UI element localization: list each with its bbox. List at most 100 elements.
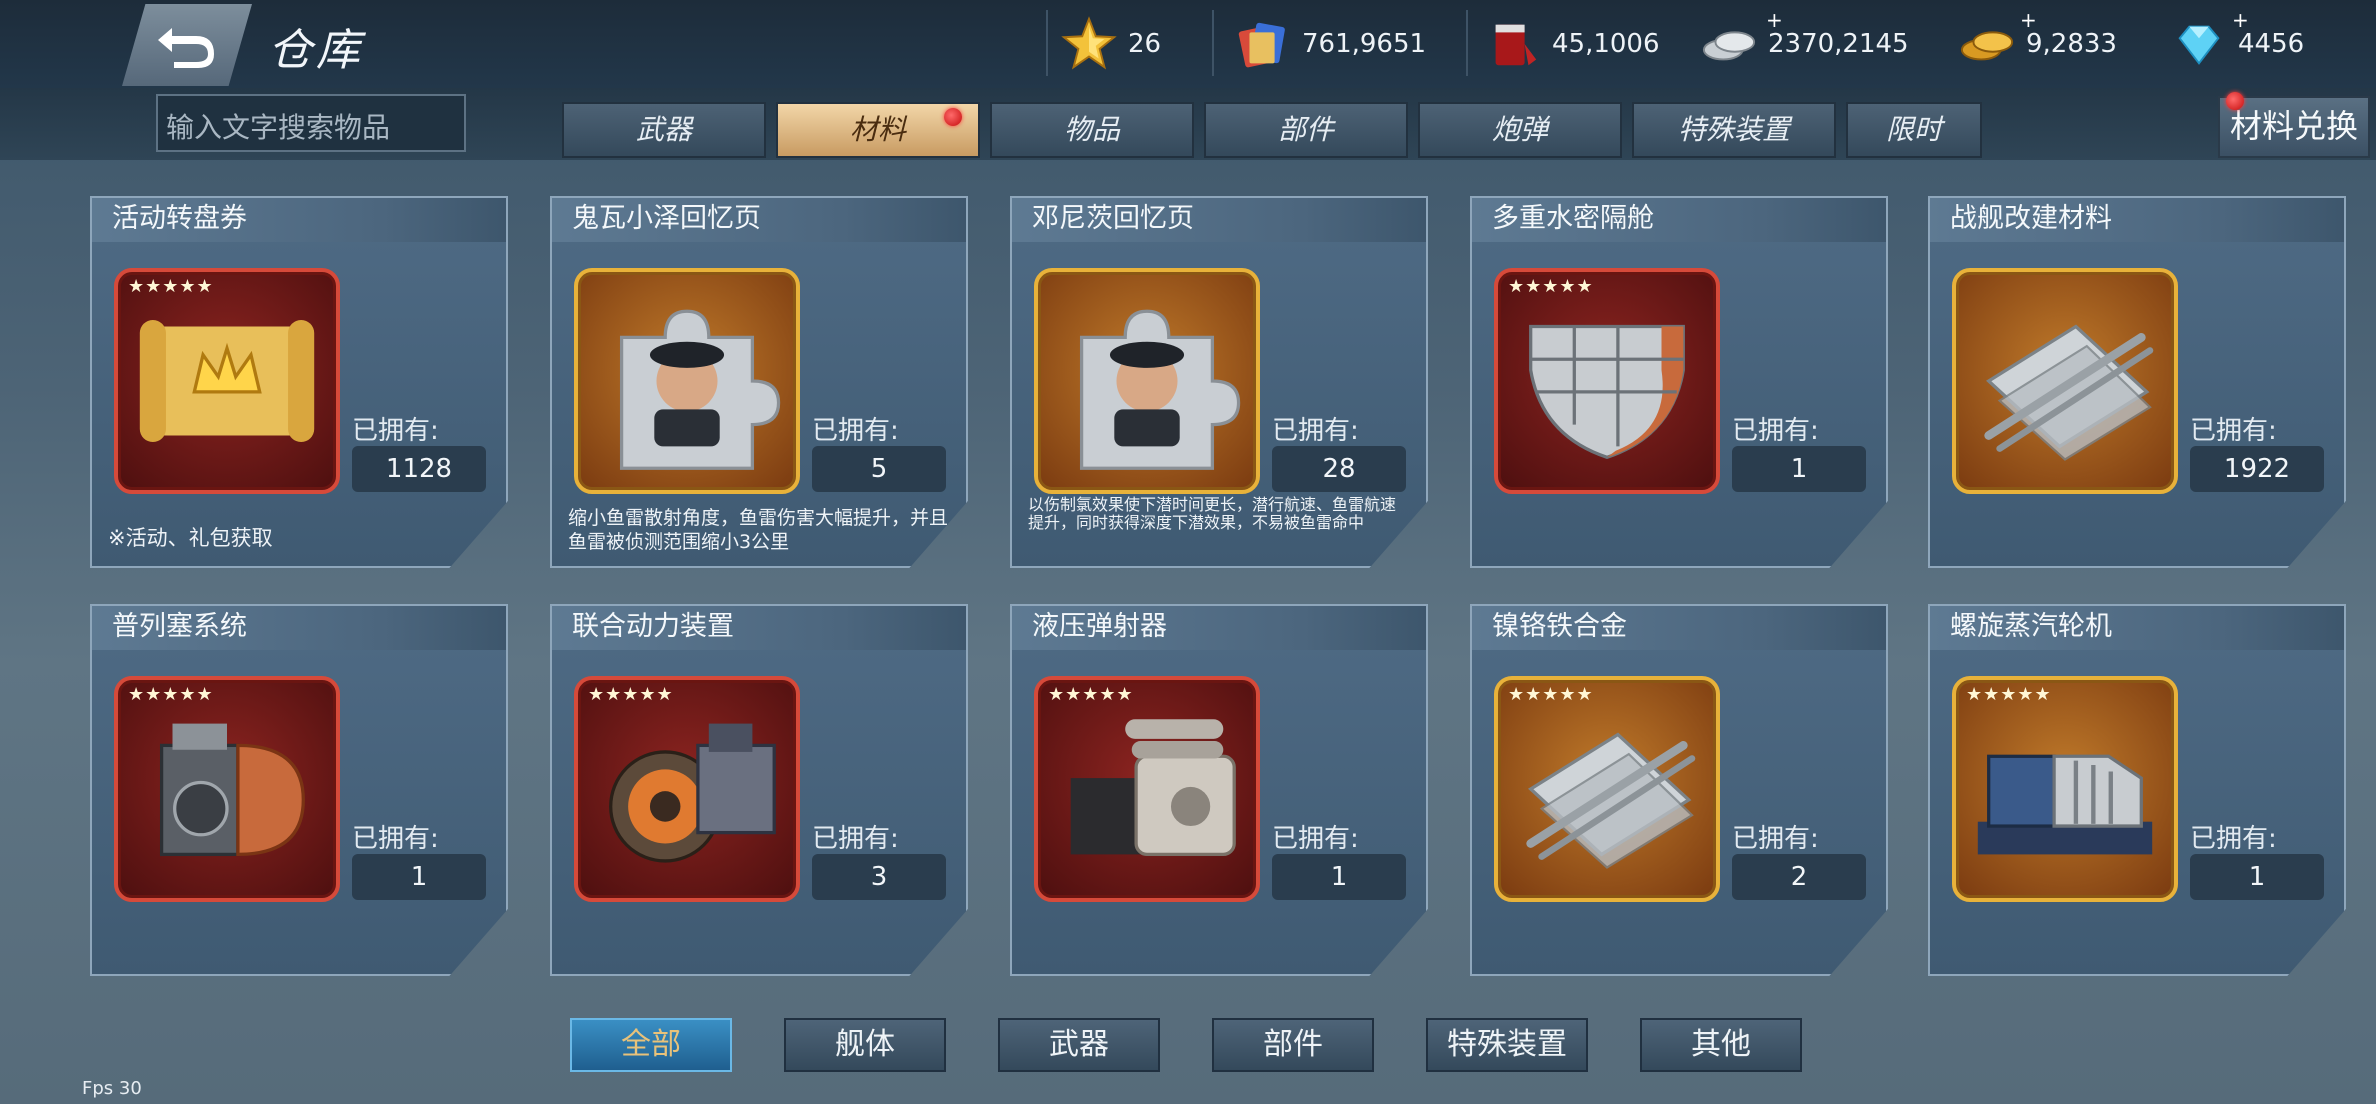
search-input[interactable]: 输入文字搜索物品 (156, 94, 466, 152)
card-pack-icon (1238, 22, 1285, 68)
notification-dot (944, 108, 962, 126)
item-name: 联合动力装置 (550, 604, 968, 650)
mechanical-system-icon (159, 723, 305, 857)
item-thumbnail[interactable]: ★★★★★ (574, 676, 800, 902)
rarity-stars: ★★★★★ (128, 684, 214, 705)
owned-count: 5 (812, 446, 946, 492)
steam-turbine-icon (1977, 754, 2153, 855)
page-title: 仓库 (268, 25, 364, 76)
owned-count: 1 (2190, 854, 2324, 900)
owned-label: 已拥有: (352, 824, 439, 854)
tab-special-equipment[interactable]: 特殊装置 (1632, 102, 1836, 158)
owned-count: 3 (812, 854, 946, 900)
gold-coins-icon[interactable] (1958, 15, 2016, 73)
filter-hull[interactable]: 舰体 (784, 1018, 946, 1072)
star-icon (1061, 16, 1117, 70)
owned-label: 已拥有: (1272, 416, 1359, 446)
item-description: ※活动、礼包获取 (108, 526, 273, 550)
rarity-stars: ★★★★★ (1048, 684, 1134, 705)
item-card[interactable]: 普列塞系统 ★★★★★ 已拥有: 1 (90, 604, 508, 976)
resource-gold: + 9,2833 (1958, 8, 2117, 74)
scroll-crown-icon (139, 319, 315, 443)
owned-label: 已拥有: (1272, 824, 1359, 854)
tab-label: 材料 (849, 113, 906, 146)
turbine-engine-icon (609, 723, 776, 863)
item-description: 缩小鱼雷散射角度，鱼雷伤害大幅提升，并且鱼雷被侦测范围缩小3公里 (568, 507, 949, 553)
owned-count: 1 (1272, 854, 1406, 900)
notification-dot (2226, 92, 2244, 110)
tab-limited[interactable]: 限时 (1846, 102, 1982, 158)
resource-card-pack: 761,9651 (1234, 14, 1426, 74)
item-card[interactable]: 邓尼茨回忆页已拥有: 28 以伤制氯效果使下潜时间更长，潜行航速、鱼雷航速提升，同时… (1010, 196, 1428, 568)
resource-value: 761,9651 (1302, 29, 1427, 59)
resource-diamond: + 4456 (2170, 8, 2305, 74)
hull-compartment-icon (1529, 324, 1685, 460)
item-thumbnail[interactable]: ★★★★★ (114, 268, 340, 494)
resource-silver: + 2370,2145 (1700, 8, 1909, 74)
puzzle-portrait-icon (1079, 309, 1241, 470)
item-thumbnail[interactable]: ★★★★★ (1034, 676, 1260, 902)
item-name: 鬼瓦小泽回忆页 (550, 196, 968, 242)
item-card[interactable]: 螺旋蒸汽轮机 ★★★★★ 已拥有: 1 (1928, 604, 2346, 976)
owned-count: 1 (1732, 446, 1866, 492)
steel-plates-icon (1526, 732, 1696, 869)
item-card[interactable]: 镍铬铁合金 ★★★★★ 已拥有: 2 (1470, 604, 1888, 976)
item-thumbnail[interactable] (1952, 268, 2178, 494)
owned-count: 1 (352, 854, 486, 900)
hydraulic-machine-icon (1070, 719, 1236, 857)
owned-count: 1128 (352, 446, 486, 492)
resource-value: 45,1006 (1552, 29, 1660, 59)
item-name: 多重水密隔舱 (1470, 196, 1888, 242)
item-name: 战舰改建材料 (1928, 196, 2346, 242)
item-card[interactable]: 活动转盘券 ★★★★★ 已拥有: 1128 ※活动、礼包获取 (90, 196, 508, 568)
item-thumbnail[interactable]: ★★★★★ (1494, 676, 1720, 902)
item-thumbnail[interactable] (574, 268, 800, 494)
owned-label: 已拥有: (812, 824, 899, 854)
item-card[interactable]: 战舰改建材料已拥有: 1922 (1928, 196, 2346, 568)
silver-coins-icon[interactable] (1700, 15, 1758, 73)
item-name: 邓尼茨回忆页 (1010, 196, 1428, 242)
item-card[interactable]: 鬼瓦小泽回忆页 已拥有: 5 缩小鱼雷散射角度，鱼雷伤害大幅提升，并且鱼雷被侦测范围缩… (550, 196, 968, 568)
rarity-stars: ★★★★★ (128, 276, 214, 297)
tab-items[interactable]: 物品 (990, 102, 1194, 158)
resource-value: 4456 (2238, 29, 2305, 59)
tab-weapons[interactable]: 武器 (562, 102, 766, 158)
item-thumbnail[interactable]: ★★★★★ (1494, 268, 1720, 494)
item-card[interactable]: 多重水密隔舱 ★★★★★ 已拥有: 1 (1470, 196, 1888, 568)
add-icon[interactable]: + (2232, 8, 2249, 32)
puzzle-portrait-icon (619, 309, 781, 470)
tab-parts[interactable]: 部件 (1204, 102, 1408, 158)
filter-all[interactable]: 全部 (570, 1018, 732, 1072)
resource-value: 9,2833 (2026, 29, 2117, 59)
item-card[interactable]: 液压弹射器 ★★★★★ 已拥有: 1 (1010, 604, 1428, 976)
item-name: 螺旋蒸汽轮机 (1928, 604, 2346, 650)
rarity-stars: ★★★★★ (1508, 276, 1594, 297)
back-arrow-icon (158, 28, 214, 68)
filter-weapons[interactable]: 武器 (998, 1018, 1160, 1072)
resource-value: 2370,2145 (1768, 29, 1909, 59)
add-icon[interactable]: + (2020, 8, 2037, 32)
resource-value: 26 (1128, 29, 1162, 59)
owned-count: 2 (1732, 854, 1866, 900)
filter-other[interactable]: 其他 (1640, 1018, 1802, 1072)
item-name: 镍铬铁合金 (1470, 604, 1888, 650)
item-name: 普列塞系统 (90, 604, 508, 650)
item-card[interactable]: 联合动力装置 ★★★★★ 已拥有: 3 (550, 604, 968, 976)
owned-count: 1922 (2190, 446, 2324, 492)
filter-special-equipment[interactable]: 特殊装置 (1426, 1018, 1588, 1072)
item-name: 液压弹射器 (1010, 604, 1428, 650)
add-icon[interactable]: + (1766, 8, 1783, 32)
filter-parts[interactable]: 部件 (1212, 1018, 1374, 1072)
item-thumbnail[interactable] (1034, 268, 1260, 494)
tab-shells[interactable]: 炮弹 (1418, 102, 1622, 158)
divider (1046, 10, 1048, 76)
rarity-stars: ★★★★★ (1966, 684, 2052, 705)
owned-label: 已拥有: (2190, 416, 2277, 446)
fps-counter: Fps 30 (82, 1078, 142, 1099)
owned-label: 已拥有: (1732, 416, 1819, 446)
item-thumbnail[interactable]: ★★★★★ (114, 676, 340, 902)
item-thumbnail[interactable]: ★★★★★ (1952, 676, 2178, 902)
diamond-icon[interactable] (2170, 15, 2228, 73)
owned-count: 28 (1272, 446, 1406, 492)
item-description: 以伤制氯效果使下潜时间更长，潜行航速、鱼雷航速提升，同时获得深度下潜效果，不易被… (1028, 495, 1397, 532)
